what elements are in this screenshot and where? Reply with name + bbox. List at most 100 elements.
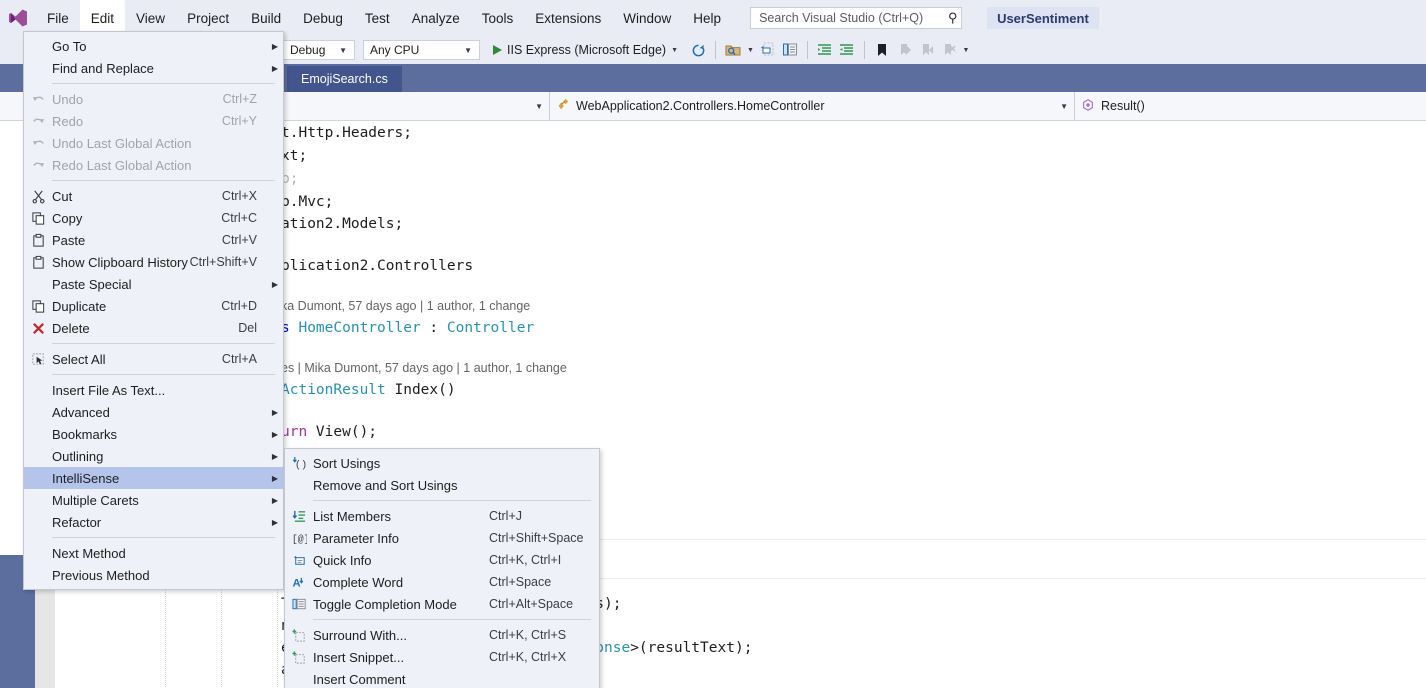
menu-item-undo[interactable]: Undo Ctrl+Z <box>24 88 283 110</box>
configuration-dropdown[interactable]: Debug ▼ <box>283 40 355 60</box>
next-bookmark-icon[interactable] <box>915 39 937 61</box>
toggle-completion-icon[interactable] <box>779 39 801 61</box>
chevron-right-icon: ▶ <box>267 518 283 527</box>
menu-item-find-and-replace[interactable]: Find and Replace ▶ <box>24 57 283 79</box>
chevron-down-icon: ▼ <box>334 46 352 55</box>
svg-text:A: A <box>292 577 300 589</box>
menu-separator <box>52 180 275 181</box>
menu-item-undo-last-global-action[interactable]: Undo Last Global Action <box>24 132 283 154</box>
visual-studio-window: File Edit View Project Build Debug Test … <box>0 0 1426 688</box>
menu-item-cut[interactable]: Cut Ctrl+X <box>24 185 283 207</box>
menu-item-multiple-carets[interactable]: Multiple Carets ▶ <box>24 489 283 511</box>
chevron-down-icon: ▼ <box>527 102 543 111</box>
submenu-item-list-members[interactable]: List Members Ctrl+J <box>285 505 599 527</box>
sort-usings-icon: () <box>285 456 313 471</box>
start-debug-button[interactable]: IIS Express (Microsoft Edge) ▼ <box>490 39 681 61</box>
menu-extensions[interactable]: Extensions <box>524 0 612 36</box>
menu-item-intellisense[interactable]: IntelliSense ▶ <box>24 467 283 489</box>
submenu-item-remove-and-sort-usings[interactable]: Remove and Sort Usings <box>285 474 599 496</box>
menu-item-insert-file-as-text[interactable]: Insert File As Text... <box>24 379 283 401</box>
paste-icon <box>24 233 52 248</box>
clear-bookmarks-icon[interactable] <box>937 39 959 61</box>
menu-tools[interactable]: Tools <box>471 0 525 36</box>
menu-item-paste[interactable]: Paste Ctrl+V <box>24 229 283 251</box>
redo-icon <box>24 114 52 129</box>
platform-dropdown[interactable]: Any CPU ▼ <box>363 40 480 60</box>
menu-item-paste-special[interactable]: Paste Special ▶ <box>24 273 283 295</box>
refresh-icon[interactable] <box>687 39 709 61</box>
menu-item-show-clipboard-history[interactable]: Show Clipboard History Ctrl+Shift+V <box>24 251 283 273</box>
comment-icon[interactable] <box>757 39 779 61</box>
menu-separator <box>52 374 275 375</box>
submenu-item-parameter-info[interactable]: [@] Parameter Info Ctrl+Shift+Space <box>285 527 599 549</box>
edit-menu-dropdown[interactable]: Go To ▶ Find and Replace ▶ Undo Ctrl+Z R… <box>23 31 284 590</box>
menu-item-go-to[interactable]: Go To ▶ <box>24 35 283 57</box>
menu-test[interactable]: Test <box>354 0 401 36</box>
submenu-item-insert-snippet[interactable]: Insert Snippet... Ctrl+K, Ctrl+X <box>285 646 599 668</box>
select-all-icon <box>24 352 52 367</box>
chevron-down-icon: ▼ <box>1052 102 1068 111</box>
insert-snippet-icon <box>285 650 313 665</box>
submenu-item-quick-info[interactable]: Quick Info Ctrl+K, Ctrl+I <box>285 549 599 571</box>
codelens-annotation[interactable]: es | Mika Dumont, 57 days ago | 1 author… <box>281 361 567 375</box>
prev-bookmark-icon[interactable] <box>893 39 915 61</box>
find-in-files-icon[interactable] <box>722 39 744 61</box>
menu-window[interactable]: Window <box>612 0 682 36</box>
duplicate-icon <box>24 299 52 314</box>
menu-item-redo-last-global-action[interactable]: Redo Last Global Action <box>24 154 283 176</box>
menu-item-outlining[interactable]: Outlining ▶ <box>24 445 283 467</box>
chevron-right-icon: ▶ <box>267 280 283 289</box>
project-badge[interactable]: UserSentiment <box>987 7 1099 29</box>
toolbar-overflow-icon[interactable]: ▼ <box>959 39 973 61</box>
menu-item-refactor[interactable]: Refactor ▶ <box>24 511 283 533</box>
code-line: b.Mvc; <box>281 191 333 213</box>
submenu-item-complete-word[interactable]: A Complete Word Ctrl+Space <box>285 571 599 593</box>
menu-separator <box>52 537 275 538</box>
svg-text:[@]: [@] <box>292 534 307 545</box>
submenu-item-surround-with[interactable]: Surround With... Ctrl+K, Ctrl+S <box>285 624 599 646</box>
menu-item-bookmarks[interactable]: Bookmarks ▶ <box>24 423 283 445</box>
menu-item-advanced[interactable]: Advanced ▶ <box>24 401 283 423</box>
search-placeholder: Search Visual Studio (Ctrl+Q) <box>759 11 947 25</box>
type-scope-dropdown[interactable]: WebApplication2.Controllers.HomeControll… <box>550 92 1075 120</box>
menu-item-next-method[interactable]: Next Method <box>24 542 283 564</box>
menu-help[interactable]: Help <box>682 0 732 36</box>
delete-icon <box>24 321 52 336</box>
find-overflow-icon[interactable]: ▼ <box>744 39 757 61</box>
menu-item-redo[interactable]: Redo Ctrl+Y <box>24 110 283 132</box>
submenu-item-sort-usings[interactable]: () Sort Usings <box>285 452 599 474</box>
chevron-right-icon: ▶ <box>267 64 283 73</box>
menu-item-delete[interactable]: Delete Del <box>24 317 283 339</box>
type-scope-value: WebApplication2.Controllers.HomeControll… <box>576 99 825 113</box>
surround-with-icon <box>285 628 313 643</box>
intellisense-submenu[interactable]: () Sort Usings Remove and Sort Usings Li… <box>284 448 600 688</box>
chevron-down-icon: ▼ <box>459 46 477 55</box>
svg-text:(): () <box>294 459 306 471</box>
chevron-down-icon: ▼ <box>671 47 678 54</box>
search-icon: ⚲ <box>948 10 958 26</box>
class-icon <box>556 98 570 115</box>
submenu-item-toggle-completion-mode[interactable]: Toggle Completion Mode Ctrl+Alt+Space <box>285 593 599 615</box>
member-scope-dropdown[interactable]: Result() <box>1075 92 1426 120</box>
search-input[interactable]: Search Visual Studio (Ctrl+Q) ⚲ <box>750 7 962 29</box>
submenu-item-insert-comment[interactable]: Insert Comment <box>285 668 599 688</box>
chevron-right-icon: ▶ <box>267 42 283 51</box>
undo-global-icon <box>24 136 52 151</box>
bookmark-icon[interactable] <box>871 39 893 61</box>
chevron-right-icon: ▶ <box>267 496 283 505</box>
menu-debug[interactable]: Debug <box>292 0 354 36</box>
chevron-right-icon: ▶ <box>267 474 283 483</box>
menu-analyze[interactable]: Analyze <box>401 0 471 36</box>
tab-emojisearch-cs[interactable]: EmojiSearch.cs <box>287 66 402 92</box>
play-icon <box>493 45 502 55</box>
decrease-indent-icon[interactable] <box>836 39 858 61</box>
list-members-icon <box>285 509 313 524</box>
menu-item-previous-method[interactable]: Previous Method <box>24 564 283 586</box>
codelens-annotation[interactable]: ka Dumont, 57 days ago | 1 author, 1 cha… <box>281 299 530 313</box>
increase-indent-icon[interactable] <box>814 39 836 61</box>
menu-item-duplicate[interactable]: Duplicate Ctrl+D <box>24 295 283 317</box>
menu-item-copy[interactable]: Copy Ctrl+C <box>24 207 283 229</box>
code-line: s HomeController : Controller <box>281 317 534 339</box>
menu-item-select-all[interactable]: Select All Ctrl+A <box>24 348 283 370</box>
code-line: urn View(); <box>281 421 377 443</box>
